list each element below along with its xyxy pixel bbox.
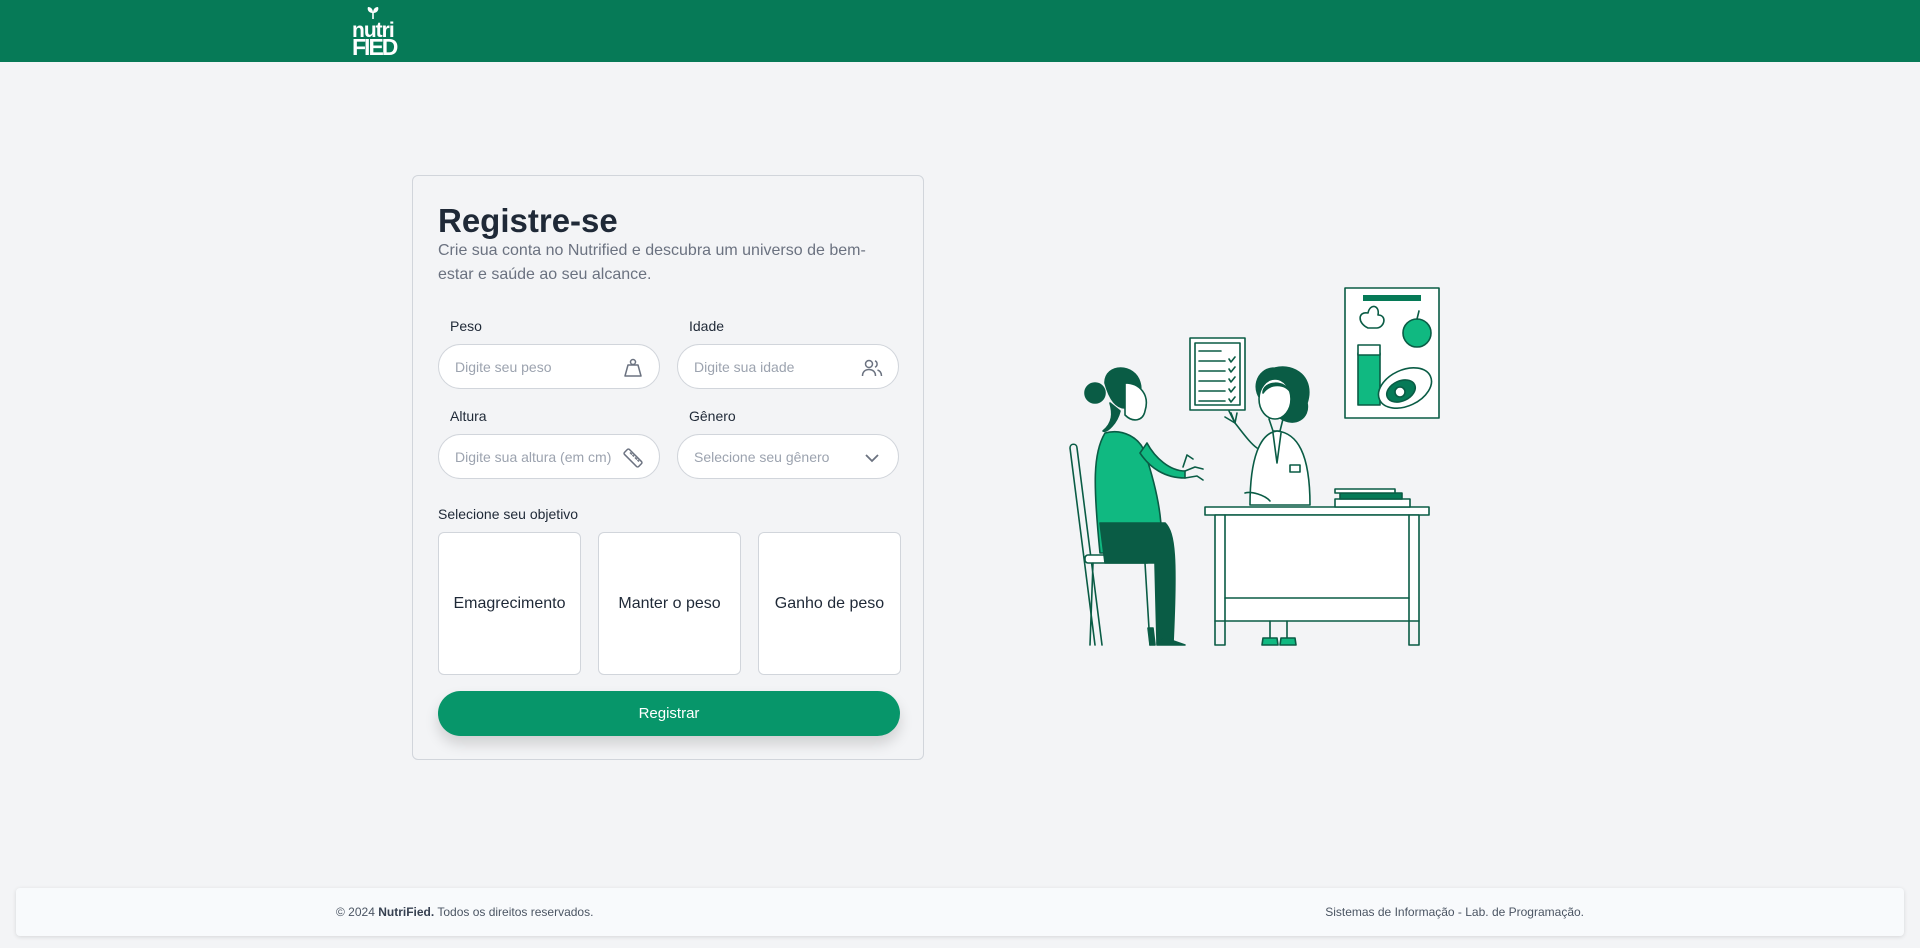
idade-label: Idade xyxy=(689,318,725,334)
goal-option-manter-peso[interactable]: Manter o peso xyxy=(598,532,741,675)
goal-option-ganho-peso[interactable]: Ganho de peso xyxy=(758,532,901,675)
altura-input[interactable]: Digite sua altura (em cm) xyxy=(438,434,660,479)
footer-copyright-suffix: Todos os direitos reservados. xyxy=(437,905,594,919)
register-card: Registre-se Crie sua conta no Nutrified … xyxy=(412,175,924,760)
altura-placeholder: Digite sua altura (em cm) xyxy=(455,449,612,465)
idade-placeholder: Digite sua idade xyxy=(694,359,795,375)
goal-section-label: Selecione seu objetivo xyxy=(438,506,579,522)
footer-brand: NutriFied. xyxy=(378,905,435,919)
footer-credit: Sistemas de Informação - Lab. de Program… xyxy=(1325,905,1584,919)
peso-input[interactable]: Digite seu peso xyxy=(438,344,660,389)
top-navbar: nutri FIED xyxy=(0,0,1920,62)
peso-label: Peso xyxy=(450,318,482,334)
nutrified-logo[interactable]: nutri FIED xyxy=(350,6,406,60)
page-title: Registre-se xyxy=(438,202,618,239)
footer-copyright-prefix: © 2024 xyxy=(336,905,375,919)
altura-label: Altura xyxy=(450,408,487,424)
footer-copyright: © 2024 NutriFied. Todos os direitos rese… xyxy=(336,905,593,919)
genero-label: Gênero xyxy=(689,408,736,424)
footer: © 2024 NutriFied. Todos os direitos rese… xyxy=(16,888,1904,936)
logo-text-bottom: FIED xyxy=(352,34,398,60)
nutritionist-consultation-illustration xyxy=(1069,287,1440,646)
genero-select[interactable]: Selecione seu gênero xyxy=(677,434,899,479)
leaf-icon xyxy=(367,7,379,19)
page-subtitle: Crie sua conta no Nutrified e descubra u… xyxy=(438,242,866,283)
peso-placeholder: Digite seu peso xyxy=(455,359,552,375)
goal-option-emagrecimento[interactable]: Emagrecimento xyxy=(438,532,581,675)
weight-icon xyxy=(624,358,642,377)
ruler-icon xyxy=(623,448,643,468)
chevron-down-icon xyxy=(865,454,879,463)
register-button[interactable]: Registrar xyxy=(438,691,900,736)
genero-placeholder: Selecione seu gênero xyxy=(694,449,830,465)
users-icon xyxy=(861,359,883,377)
idade-input[interactable]: Digite sua idade xyxy=(677,344,899,389)
